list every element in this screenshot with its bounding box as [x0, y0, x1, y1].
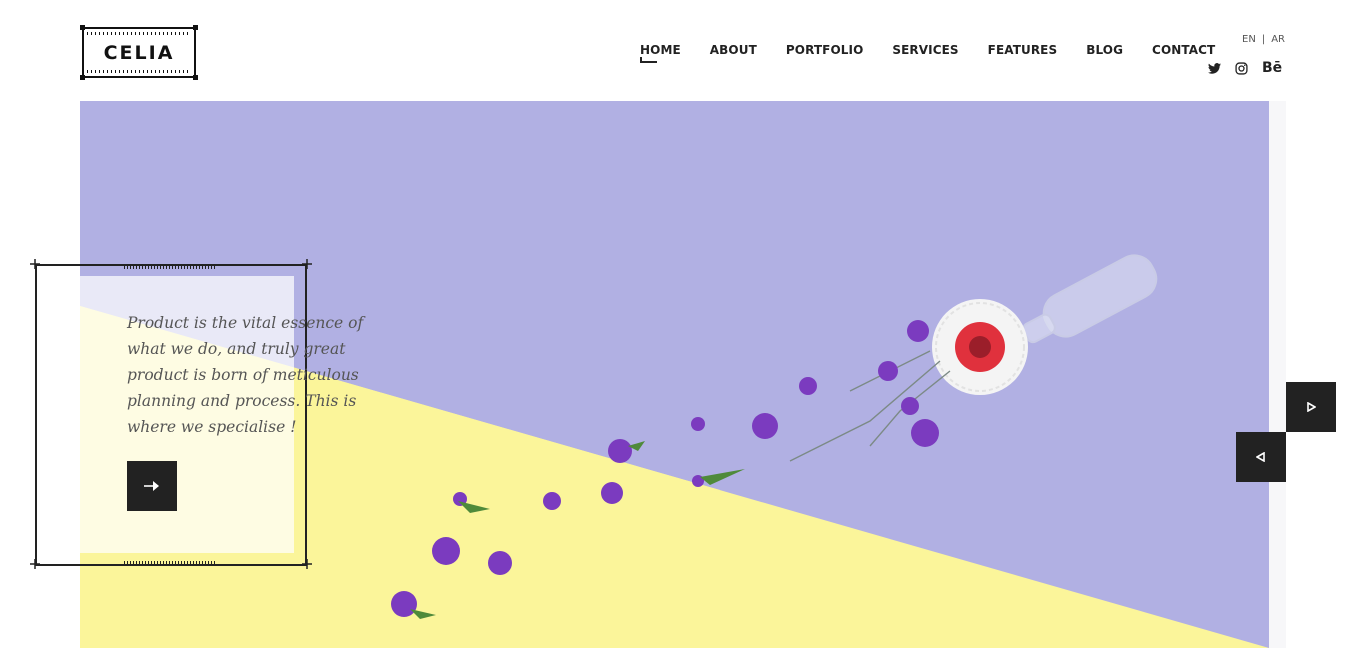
nav-item-home[interactable]: HOME: [640, 43, 681, 63]
slider-prev-button[interactable]: [1236, 432, 1286, 482]
play-left-icon: [1256, 452, 1265, 462]
instagram-icon[interactable]: [1235, 60, 1248, 76]
logo-corner: [80, 25, 85, 30]
nav-item-features[interactable]: FEATURES: [988, 43, 1058, 57]
slider-next-button[interactable]: [1286, 382, 1336, 432]
site-logo[interactable]: CELIA: [80, 25, 198, 80]
logo-corner: [193, 25, 198, 30]
nav-item-contact[interactable]: CONTACT: [1152, 43, 1215, 57]
frame-corner-mark: [30, 559, 40, 569]
main-nav: HOME ABOUT PORTFOLIO SERVICES FEATURES B…: [640, 43, 1244, 63]
play-right-icon: [1307, 402, 1316, 412]
lang-separator: |: [1261, 34, 1266, 45]
arrow-right-icon: [144, 481, 159, 491]
nav-item-about[interactable]: ABOUT: [710, 43, 757, 57]
social-links: Bē: [1208, 60, 1282, 76]
frame-ticks-top: [124, 264, 216, 269]
lang-ar[interactable]: AR: [1271, 34, 1285, 45]
frame-ticks-bottom: [124, 561, 216, 566]
language-switcher: EN | AR: [1242, 34, 1285, 45]
frame-corner-mark: [30, 259, 40, 269]
logo-corner: [193, 75, 198, 80]
nav-item-services[interactable]: SERVICES: [892, 43, 958, 57]
logo-text: CELIA: [103, 42, 175, 64]
hero-edge-strip: [1269, 101, 1286, 648]
nav-item-blog[interactable]: BLOG: [1086, 43, 1123, 57]
frame-corner-mark: [302, 259, 312, 269]
nav-item-portfolio[interactable]: PORTFOLIO: [786, 43, 864, 57]
lang-en[interactable]: EN: [1242, 34, 1256, 45]
hero-cta-button[interactable]: [127, 461, 177, 511]
hero-tagline: Product is the vital essence of what we …: [127, 314, 364, 436]
behance-icon[interactable]: Bē: [1262, 60, 1282, 76]
twitter-icon[interactable]: [1208, 60, 1221, 76]
frame-corner-mark: [302, 559, 312, 569]
logo-corner: [80, 75, 85, 80]
